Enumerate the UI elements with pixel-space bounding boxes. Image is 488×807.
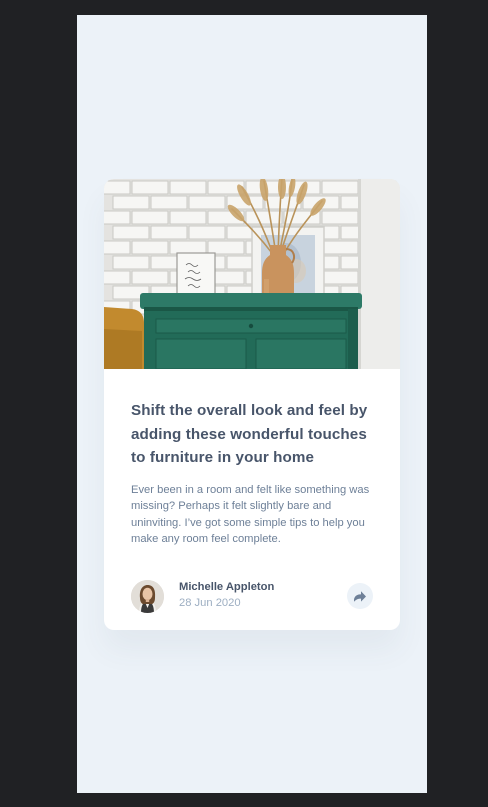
share-icon bbox=[354, 590, 366, 602]
share-button[interactable] bbox=[347, 583, 373, 609]
publish-date: 28 Jun 2020 bbox=[179, 597, 241, 609]
author-avatar bbox=[131, 580, 164, 613]
hero-image-drawers bbox=[104, 179, 400, 369]
article-preview-card: Shift the overall look and feel by addin… bbox=[104, 179, 400, 630]
author-name: Michelle Appleton bbox=[179, 581, 275, 593]
article-excerpt: Ever been in a room and felt like someth… bbox=[131, 484, 370, 546]
author-row: Michelle Appleton 28 Jun 2020 bbox=[131, 580, 374, 613]
page-viewport: Shift the overall look and feel by addin… bbox=[77, 15, 427, 793]
article-title: Shift the overall look and feel by addin… bbox=[131, 402, 368, 466]
